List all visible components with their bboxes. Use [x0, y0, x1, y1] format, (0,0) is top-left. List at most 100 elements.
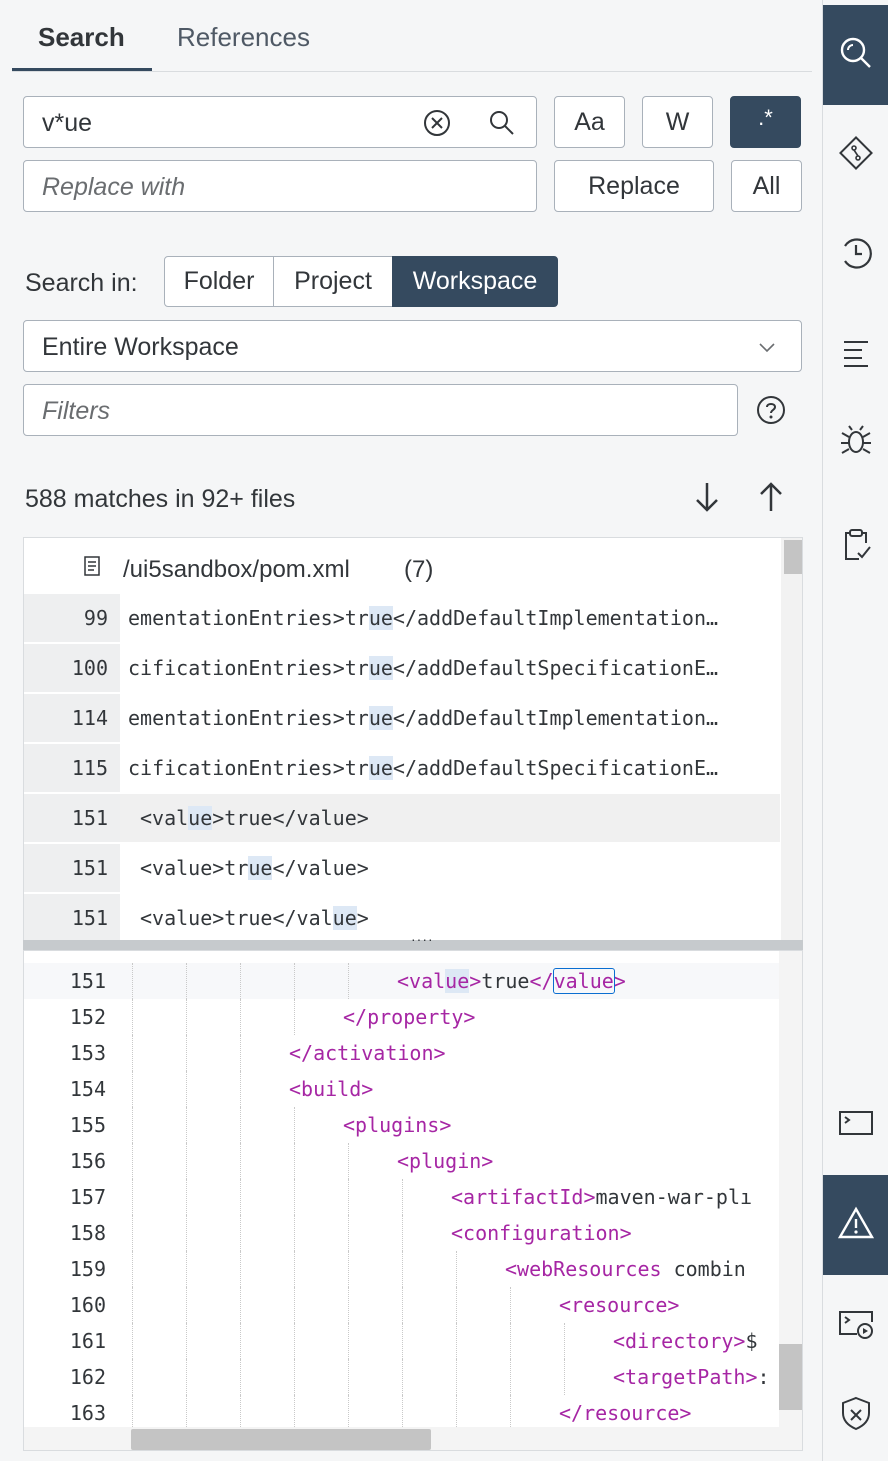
code-token: <webResources — [505, 1257, 662, 1281]
scope-project[interactable]: Project — [273, 256, 393, 307]
code-token: </resource> — [559, 1401, 692, 1425]
replace-input[interactable]: Replace with — [23, 160, 537, 212]
results-scroll-thumb[interactable] — [784, 540, 802, 574]
activity-tasks[interactable] — [823, 496, 888, 596]
editor-code: <targetPath>: — [613, 1359, 770, 1395]
result-line-number: 151 — [24, 794, 120, 842]
indent-guide — [456, 1287, 457, 1323]
terminal-icon — [837, 1104, 875, 1147]
result-row[interactable]: 99 ementationEntries>true</addDefaultImp… — [24, 594, 780, 644]
activity-outline[interactable] — [823, 305, 888, 405]
indent-guide — [348, 1215, 349, 1251]
indent-guide — [348, 1323, 349, 1359]
code-token: <resource> — [559, 1293, 680, 1317]
search-icon — [837, 34, 875, 77]
result-text: ementationEntries>true</addDefaultImplem… — [128, 694, 718, 742]
indent-guide — [402, 1395, 403, 1431]
result-row[interactable]: 100 cificationEntries>true</addDefaultSp… — [24, 644, 780, 694]
activity-debug[interactable] — [823, 392, 888, 492]
search-icon[interactable] — [487, 108, 517, 143]
indent-guide — [186, 1107, 187, 1143]
result-post: </addDefaultSpecificationE… — [392, 656, 719, 680]
indent-guide — [402, 1215, 403, 1251]
editor-preview[interactable]: 164163</resource>162<targetPath>:161<dir… — [23, 950, 803, 1451]
indent-guide — [186, 999, 187, 1035]
editor-code: <resource> — [559, 1287, 679, 1323]
indent-guide — [240, 999, 241, 1035]
activity-problems[interactable] — [823, 1175, 888, 1275]
indent-guide — [186, 1287, 187, 1323]
editor-horizontal-thumb[interactable] — [131, 1429, 431, 1450]
result-line-number: 115 — [24, 744, 120, 792]
editor-code: <configuration> — [451, 1215, 632, 1251]
indent-guide — [186, 1323, 187, 1359]
arrow-up-icon[interactable] — [756, 480, 786, 519]
indent-guide — [456, 1395, 457, 1431]
clear-icon[interactable] — [422, 108, 452, 143]
indent-guide — [240, 1071, 241, 1107]
file-icon — [84, 556, 100, 581]
result-pre: <value>tr — [140, 856, 249, 880]
tab-references[interactable]: References — [177, 22, 310, 53]
editor-line: 154 <build> — [24, 1071, 802, 1107]
activity-source-control[interactable] — [823, 105, 888, 205]
result-row[interactable]: 151 <value>true</value> — [24, 844, 780, 894]
editor-line-number: 157 — [69, 1185, 106, 1209]
search-input[interactable]: v*ue — [23, 96, 537, 148]
result-row[interactable]: 114 ementationEntries>true</addDefaultIm… — [24, 694, 780, 744]
splitter-handle-icon: ···· — [411, 931, 434, 947]
filters-input[interactable]: Filters — [23, 384, 738, 436]
run-task-icon — [837, 1304, 875, 1347]
activity-run[interactable] — [823, 1275, 888, 1375]
source-control-icon — [837, 134, 875, 177]
search-in-label: Search in: — [25, 269, 138, 297]
activity-search[interactable] — [823, 5, 888, 105]
result-match: ue — [368, 756, 393, 780]
result-row[interactable]: 151 <value>true</value> — [24, 894, 780, 944]
indent-guide — [186, 1179, 187, 1215]
editor-horizontal-scrollbar[interactable] — [24, 1427, 802, 1450]
tab-search[interactable]: Search — [38, 22, 125, 53]
indent-guide — [348, 1251, 349, 1287]
panel-splitter[interactable]: ···· — [23, 931, 803, 950]
result-text: cificationEntries>true</addDefaultSpecif… — [128, 644, 718, 692]
indent-guide — [132, 1107, 133, 1143]
editor-code: <webResources combin — [505, 1251, 746, 1287]
regex-button[interactable]: .* — [730, 96, 801, 148]
indent-guide — [348, 1287, 349, 1323]
help-icon[interactable] — [756, 395, 786, 430]
editor-vertical-scrollbar[interactable] — [779, 951, 802, 1450]
indent-guide — [402, 1287, 403, 1323]
result-file-count: (7) — [404, 556, 434, 583]
result-row[interactable]: 115 cificationEntries>true</addDefaultSp… — [24, 744, 780, 794]
result-text: <value>true</value> — [140, 794, 369, 842]
activity-terminal[interactable] — [823, 1075, 888, 1175]
replace-all-button[interactable]: All — [731, 160, 802, 212]
arrow-down-icon[interactable] — [692, 480, 722, 519]
code-token: > — [469, 969, 482, 993]
match-summary: 588 matches in 92+ files — [25, 485, 296, 513]
result-text: ementationEntries>true</addDefaultImplem… — [128, 594, 718, 642]
editor-code: <plugins> — [343, 1107, 451, 1143]
editor-vertical-thumb[interactable] — [779, 1344, 802, 1410]
whole-word-button[interactable]: W — [642, 96, 713, 148]
result-file-path: /ui5sandbox/pom.xml — [123, 556, 350, 583]
workspace-scope-select[interactable]: Entire Workspace — [23, 320, 802, 372]
result-file-header[interactable]: /ui5sandbox/pom.xml (7) — [24, 538, 780, 594]
replace-button[interactable]: Replace — [554, 160, 714, 212]
replace-placeholder: Replace with — [42, 173, 186, 201]
activity-timeline[interactable] — [823, 205, 888, 305]
result-match: ue — [368, 606, 393, 630]
activity-security[interactable] — [823, 1365, 888, 1461]
indent-guide — [186, 1215, 187, 1251]
code-token: <build> — [289, 1077, 374, 1101]
scope-workspace[interactable]: Workspace — [392, 256, 558, 307]
results-scrollbar[interactable] — [781, 538, 802, 946]
scope-folder[interactable]: Folder — [164, 256, 274, 307]
result-row-selected[interactable]: 151 <value>true</value> — [24, 794, 780, 844]
match-case-button[interactable]: Aa — [554, 96, 625, 148]
code-token: </activation> — [289, 1041, 446, 1065]
result-post: </addDefaultImplementation… — [392, 706, 719, 730]
editor-line-number: 153 — [69, 1041, 106, 1065]
editor-line-number: 154 — [69, 1077, 106, 1101]
